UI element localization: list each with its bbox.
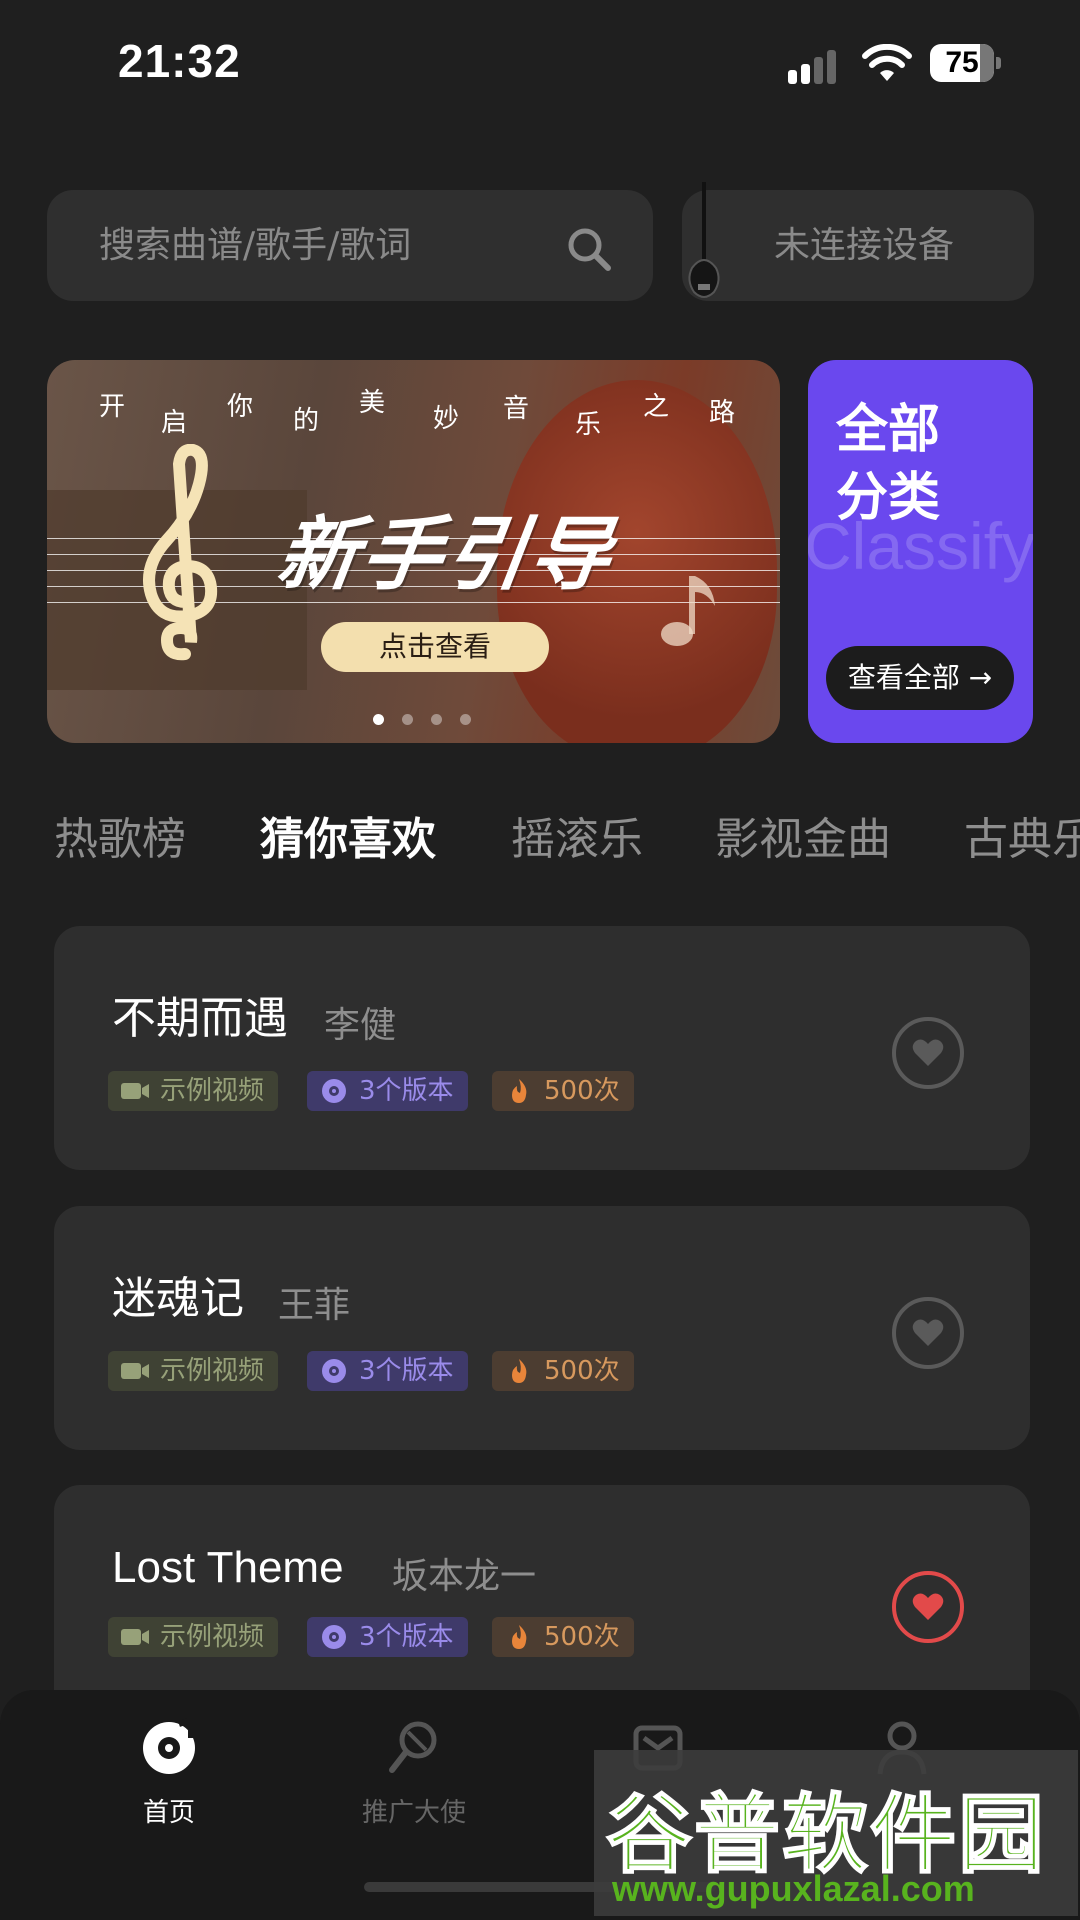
favorite-button[interactable]: [892, 1297, 964, 1369]
song-artist: 坂本龙一: [392, 1556, 537, 1597]
tab-rock[interactable]: 摇滚乐: [511, 800, 643, 880]
plays-badge-label: 500次: [544, 1076, 620, 1106]
song-title: Lost Theme: [112, 1543, 344, 1592]
fire-icon: [512, 1359, 527, 1383]
version-badge: 3个版本: [307, 1617, 468, 1657]
tab-guess-you-like[interactable]: 猜你喜欢: [260, 800, 436, 880]
tagline-char: 你: [227, 392, 254, 422]
plays-badge-label: 500次: [544, 1356, 620, 1386]
song-title: 迷魂记: [112, 1273, 244, 1324]
tagline-char: 音: [503, 394, 530, 424]
version-badge-label: 3个版本: [359, 1356, 454, 1386]
carousel-indicator: [373, 710, 489, 729]
video-camera-icon: [121, 1083, 149, 1099]
heart-icon: [912, 1593, 944, 1620]
banner-view-button[interactable]: 点击查看: [321, 622, 549, 672]
video-camera-icon: [121, 1629, 149, 1645]
version-badge-label: 3个版本: [359, 1076, 454, 1106]
plays-badge: 500次: [492, 1617, 634, 1657]
video-badge-label: 示例视频: [160, 1076, 265, 1106]
video-camera-icon: [121, 1363, 149, 1379]
favorite-button[interactable]: [892, 1017, 964, 1089]
disc-icon: [322, 1079, 346, 1103]
heart-icon: [912, 1039, 944, 1066]
plays-badge-label: 500次: [544, 1622, 620, 1652]
category-tabs: 热歌榜 猜你喜欢 摇滚乐 影视金曲 古典乐: [0, 800, 1080, 880]
video-badge: 示例视频: [108, 1351, 279, 1391]
search-placeholder: 搜索曲谱/歌手/歌词: [99, 225, 412, 266]
all-categories-card[interactable]: 全部 分类 Classify 查看全部 →: [808, 360, 1033, 743]
carousel-dot: [431, 714, 442, 725]
version-badge: 3个版本: [307, 1071, 468, 1111]
song-card[interactable]: 不期而遇 李健 示例视频 3个版本 500次: [54, 926, 1030, 1170]
disc-icon: [322, 1359, 346, 1383]
music-note-icon: [661, 576, 715, 646]
battery-icon: 75: [930, 44, 1001, 82]
tagline-char: 妙: [433, 404, 460, 434]
song-title: 不期而遇: [112, 993, 288, 1044]
song-artist: 李健: [324, 1005, 397, 1046]
version-badge-label: 3个版本: [359, 1622, 454, 1652]
tagline-char: 乐: [575, 410, 602, 440]
song-card[interactable]: 迷魂记 王菲 示例视频 3个版本 500次: [54, 1206, 1030, 1450]
tagline-char: 的: [293, 406, 320, 436]
video-badge-label: 示例视频: [160, 1622, 265, 1652]
category-title-line1: 全部: [836, 400, 941, 460]
treble-clef-icon: [143, 444, 218, 661]
wifi-icon: [862, 44, 912, 81]
microphone-icon: [389, 1721, 437, 1773]
tagline-char: 启: [161, 408, 188, 438]
status-bar: 21:32 75: [0, 0, 1080, 130]
watermark-url: www.gupuxlazal.com: [612, 1868, 975, 1909]
plays-badge: 500次: [492, 1071, 634, 1111]
tab-film-songs[interactable]: 影视金曲: [715, 800, 891, 880]
tagline-char: 之: [643, 392, 670, 422]
category-watermark: Classify: [808, 509, 1033, 583]
banner-title: 新手引导: [271, 507, 621, 601]
video-badge: 示例视频: [108, 1071, 279, 1111]
search-icon[interactable]: [566, 226, 612, 272]
fire-icon: [512, 1625, 527, 1649]
tagline-char: 路: [709, 398, 736, 428]
status-time: 21:32: [118, 35, 241, 87]
tab-classical[interactable]: 古典乐: [964, 800, 1080, 880]
view-all-button[interactable]: 查看全部 →: [826, 646, 1014, 710]
favorite-button[interactable]: [892, 1571, 964, 1643]
beginner-guide-banner[interactable]: 开 启 你 的 美 妙 音 乐 之 路 新手引导 点击查看: [47, 360, 780, 743]
guitar-icon: [688, 182, 720, 298]
disc-icon: [322, 1625, 346, 1649]
video-badge-label: 示例视频: [160, 1356, 265, 1386]
heart-icon: [912, 1319, 944, 1346]
video-badge: 示例视频: [108, 1617, 279, 1657]
site-watermark-logo: 谷普软件园 www.gupuxlazal.com: [594, 1750, 1078, 1916]
home-disc-icon: [143, 1718, 195, 1774]
version-badge: 3个版本: [307, 1351, 468, 1391]
nav-home-label: 首页: [142, 1798, 195, 1828]
tagline-char: 开: [99, 392, 126, 422]
device-status-label: 未连接设备: [774, 225, 955, 266]
battery-level: 75: [945, 46, 979, 79]
carousel-dot: [460, 714, 471, 725]
nav-promoter-label: 推广大使: [361, 1798, 466, 1828]
nav-home[interactable]: 首页: [89, 1718, 249, 1848]
tagline-char: 美: [359, 388, 386, 418]
cellular-signal-icon: [788, 48, 844, 84]
banner-tagline: 开 启 你 的 美 妙 音 乐 之 路: [47, 386, 780, 446]
nav-promoter[interactable]: 推广大使: [334, 1718, 494, 1848]
search-input[interactable]: 搜索曲谱/歌手/歌词: [47, 190, 653, 301]
carousel-dot: [373, 714, 384, 725]
tab-hot-chart[interactable]: 热歌榜: [54, 800, 186, 880]
carousel-dot: [402, 714, 413, 725]
song-artist: 王菲: [278, 1285, 351, 1326]
fire-icon: [512, 1079, 527, 1103]
device-connect-button[interactable]: 未连接设备: [682, 190, 1034, 301]
plays-badge: 500次: [492, 1351, 634, 1391]
